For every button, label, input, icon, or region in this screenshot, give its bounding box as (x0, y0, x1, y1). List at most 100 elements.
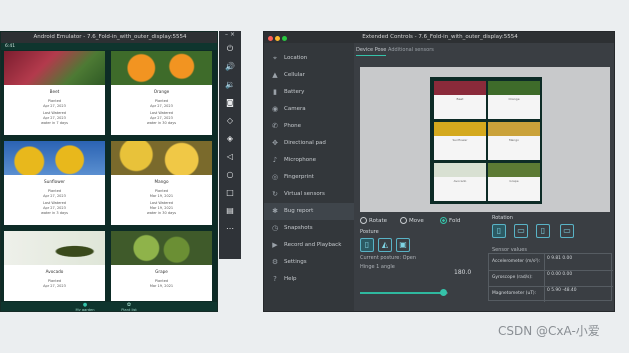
mode-label: Move (409, 218, 424, 224)
home-icon[interactable]: ○ (219, 169, 241, 181)
menu-battery[interactable]: ▮ Battery (264, 84, 354, 101)
sensor-name: Gyroscope (rad/s): (492, 275, 533, 280)
tab-additional-sensors[interactable]: Additional sensors (388, 47, 434, 53)
rotate-left-icon[interactable]: ◇ (219, 115, 241, 127)
posture-half-open-button[interactable]: ◭ (378, 238, 392, 252)
card-line: water in 30 days (146, 211, 177, 215)
preview-card: Beet (434, 81, 486, 119)
toolbar-close[interactable]: – × (219, 31, 241, 39)
mode-fold[interactable]: Fold (440, 217, 460, 224)
card-line: water in 30 days (146, 121, 177, 125)
menu-cellular[interactable]: ▲ Cellular (264, 67, 354, 84)
menu-directional-pad[interactable]: ✥ Directional pad (264, 135, 354, 152)
card-line: Mar 19, 2021 (149, 194, 174, 198)
card-line: Apr 27, 2023 (43, 116, 66, 120)
plant-image (4, 51, 105, 85)
snapshot-icon: ◷ (271, 224, 279, 232)
card-line: water in 7 days (41, 121, 68, 125)
sensor-values-table: Accelerometer (m/s²): 0 9.81 0.00 Gyrosco… (488, 253, 613, 302)
close-icon[interactable] (268, 36, 273, 41)
rotate-right-icon[interactable]: ◈ (219, 133, 241, 145)
card-line: Apr 27, 2023 (150, 116, 173, 120)
rotation-landscape-button[interactable]: ▭ (514, 224, 528, 238)
posture-label: Posture (360, 229, 379, 235)
plant-card-sunflower[interactable]: Sunflower Planted Apr 27, 2023 Last Wate… (4, 141, 105, 225)
emulator-toolbar: ⏻ 🔊 🔉 ◙ ◇ ◈ ◁ ○ □ ▤ ⋯ (219, 39, 241, 259)
rotation-portrait-button[interactable]: ▯ (492, 224, 506, 238)
card-line: Last Watered (149, 201, 174, 205)
hinge-slider-thumb[interactable] (440, 289, 447, 296)
menu-label: Phone (284, 123, 302, 129)
more-icon[interactable]: ⋯ (219, 223, 241, 235)
help-icon: ? (273, 275, 277, 283)
menu-label: Microphone (284, 157, 317, 163)
fold-icon[interactable]: ▤ (219, 205, 241, 217)
landscape-icon: ▭ (517, 226, 525, 235)
plant-card-orange[interactable]: Orange Planted Apr 27, 2023 Last Watered… (111, 51, 212, 135)
tab-device-pose[interactable]: Device Pose (356, 47, 387, 56)
volume-down-icon[interactable]: 🔉 (219, 79, 241, 91)
back-icon[interactable]: ◁ (219, 151, 241, 163)
hinge-value: 180.0 (454, 269, 472, 276)
menu-help[interactable]: ? Help (264, 271, 354, 288)
menu-record-playback[interactable]: ▶ Record and Playback (264, 237, 354, 254)
plant-card-beet[interactable]: Beet Planted Apr 27, 2023 Last Watered A… (4, 51, 105, 135)
location-icon: ⌖ (273, 54, 277, 62)
extended-controls-window: Extended Controls - 7.6_Fold-in_with_out… (263, 31, 615, 312)
plant-card-avocado[interactable]: Avocado Planted Apr 27, 2023 (4, 231, 105, 301)
record-icon: ▶ (272, 241, 278, 249)
device-preview: Beet Orange Sunflower Mango Avocado Grap… (430, 77, 542, 204)
plant-image (4, 231, 105, 265)
plant-name: Beet (49, 89, 60, 94)
nav-label: My garden (75, 308, 95, 312)
menu-camera[interactable]: ◉ Camera (264, 101, 354, 118)
power-icon[interactable]: ⏻ (219, 43, 241, 55)
posture-open-button[interactable]: ▣ (396, 238, 410, 252)
rotation-reverse-landscape-button[interactable]: ▭ (560, 224, 574, 238)
nav-plant-list[interactable]: ✿ Plant list (119, 303, 139, 312)
menu-fingerprint[interactable]: ◎ Fingerprint (264, 169, 354, 186)
menu-label: Record and Playback (284, 242, 342, 248)
plant-card-grape[interactable]: Grape Planted Mar 19, 2021 (111, 231, 212, 301)
volume-up-icon[interactable]: 🔊 (219, 61, 241, 73)
watermark: CSDN @CxA-小爱 (498, 324, 600, 338)
card-line: Mar 19, 2021 (149, 284, 174, 288)
posture-value: Current posture: Open (360, 255, 416, 261)
device-pose-canvas[interactable]: Beet Orange Sunflower Mango Avocado Grap… (360, 67, 610, 212)
card-line: water in 3 days (41, 211, 68, 215)
plant-card-mango[interactable]: Mango Planted Mar 19, 2021 Last Watered … (111, 141, 212, 225)
cellular-icon: ▲ (272, 71, 278, 79)
hinge-slider-fill (360, 292, 444, 294)
card-line: Apr 27, 2023 (43, 104, 66, 108)
menu-microphone[interactable]: ♪ Microphone (264, 152, 354, 169)
menu-label: Help (284, 276, 297, 282)
plant-name: Grape (155, 269, 168, 274)
menu-phone[interactable]: ✆ Phone (264, 118, 354, 135)
phone-icon: ✆ (272, 122, 278, 130)
menu-snapshots[interactable]: ◷ Snapshots (264, 220, 354, 237)
mode-rotate[interactable]: Rotate (360, 217, 387, 224)
overview-icon[interactable]: □ (219, 187, 241, 199)
plant-name: Orange (153, 89, 170, 94)
card-line: Last Watered (42, 201, 67, 205)
card-line: Planted (154, 189, 169, 193)
sensor-row: Gyroscope (rad/s): 0 0.00 0.00 (489, 270, 613, 287)
menu-settings[interactable]: ⚙ Settings (264, 254, 354, 271)
camera-icon[interactable]: ◙ (219, 97, 241, 109)
menu-label: Cellular (284, 72, 305, 78)
menu-virtual-sensors[interactable]: ↻ Virtual sensors (264, 186, 354, 203)
minimize-icon[interactable] (275, 36, 280, 41)
status-bar: 6:41 (1, 43, 217, 50)
posture-closed-button[interactable]: ▯ (360, 238, 374, 252)
menu-label: Virtual sensors (284, 191, 325, 197)
sensor-row: Magnetometer (uT): 0 5.90 -48.40 (489, 286, 613, 302)
plant-name: Mango (154, 179, 169, 184)
nav-my-garden[interactable]: ● My garden (75, 303, 95, 312)
menu-location[interactable]: ⌖ Location (264, 50, 354, 67)
rotation-reverse-portrait-button[interactable]: ▯ (536, 224, 550, 238)
maximize-icon[interactable] (282, 36, 287, 41)
window-title: Extended Controls - 7.6_Fold-in_with_out… (362, 34, 518, 40)
mode-move[interactable]: Move (400, 217, 424, 224)
radio-icon (360, 217, 367, 224)
menu-bug-report[interactable]: ✱ Bug report (264, 203, 354, 220)
